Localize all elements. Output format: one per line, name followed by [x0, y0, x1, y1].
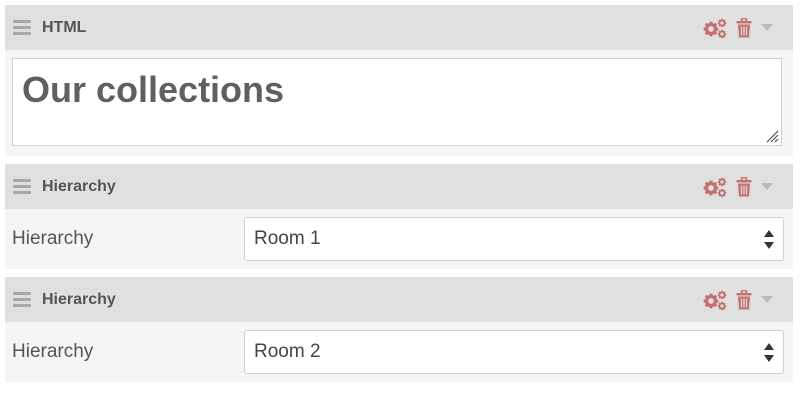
- hierarchy-field-label: Hierarchy: [12, 341, 94, 362]
- caret-down-icon[interactable]: [761, 24, 773, 32]
- hierarchy-field-label: Hierarchy: [12, 228, 94, 249]
- select-value: Room 1: [254, 228, 321, 249]
- trash-icon[interactable]: [736, 290, 752, 310]
- block-actions: [703, 176, 773, 198]
- hierarchy-field-row: Hierarchy Room 2: [5, 322, 793, 382]
- hierarchy-block: Hierarchy Hierarchy Room 2: [5, 277, 793, 382]
- hierarchy-field-row: Hierarchy Room 1: [5, 209, 793, 269]
- select-arrows-icon: [764, 230, 774, 249]
- editor-content[interactable]: Our collections: [22, 69, 284, 111]
- settings-gears-icon[interactable]: [703, 289, 727, 311]
- drag-handle-icon[interactable]: [13, 20, 31, 36]
- html-editor[interactable]: Our collections: [12, 58, 782, 146]
- block-actions: [703, 17, 773, 39]
- hierarchy-block: Hierarchy Hierarchy Room 1: [5, 164, 793, 269]
- caret-down-icon[interactable]: [761, 296, 773, 304]
- select-value: Room 2: [254, 341, 321, 362]
- drag-handle-icon[interactable]: [13, 292, 31, 308]
- trash-icon[interactable]: [736, 18, 752, 38]
- block-title: HTML: [42, 19, 87, 36]
- trash-icon[interactable]: [736, 177, 752, 197]
- caret-down-icon[interactable]: [761, 183, 773, 191]
- settings-gears-icon[interactable]: [703, 17, 727, 39]
- resize-grip-icon[interactable]: [766, 130, 779, 143]
- hierarchy-select[interactable]: Room 2: [244, 330, 784, 374]
- block-actions: [703, 289, 773, 311]
- block-header: HTML: [5, 5, 793, 50]
- settings-gears-icon[interactable]: [703, 176, 727, 198]
- html-block-body: Our collections: [5, 50, 793, 154]
- block-title: Hierarchy: [42, 178, 116, 195]
- html-block: HTML Our collections: [5, 5, 793, 156]
- block-header: Hierarchy: [5, 277, 793, 322]
- block-header: Hierarchy: [5, 164, 793, 209]
- select-arrows-icon: [764, 343, 774, 362]
- block-title: Hierarchy: [42, 291, 116, 308]
- hierarchy-select[interactable]: Room 1: [244, 217, 784, 261]
- drag-handle-icon[interactable]: [13, 179, 31, 195]
